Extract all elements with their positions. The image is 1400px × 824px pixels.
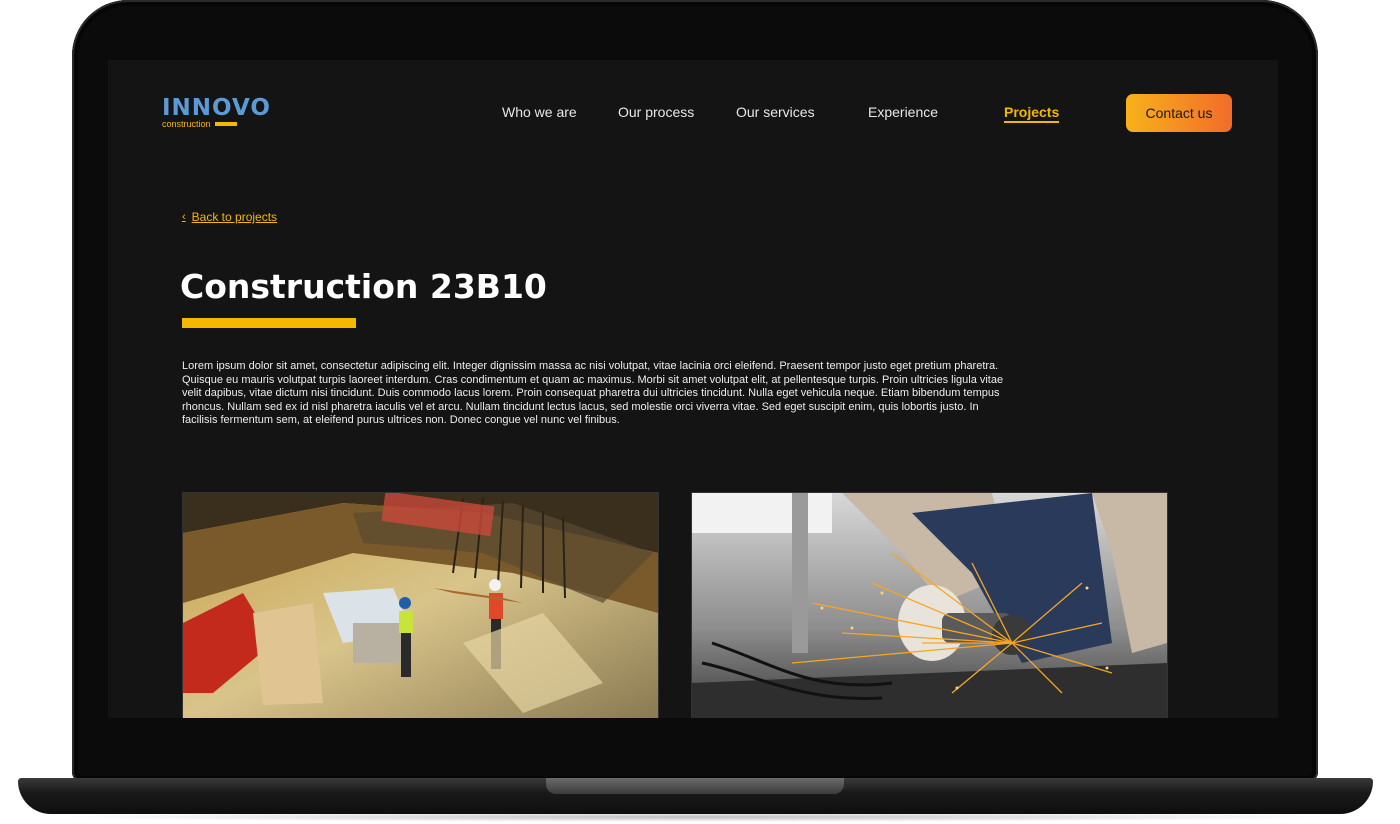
nav-item-who-we-are[interactable]: Who we are [502, 104, 577, 120]
nav-item-our-process[interactable]: Our process [618, 104, 694, 120]
angle-grinder-image [692, 493, 1167, 718]
laptop-mockup: INNOVO construction Who we are Our proce… [0, 0, 1400, 824]
project-description: Lorem ipsum dolor sit amet, consectetur … [182, 360, 1004, 426]
screen: INNOVO construction Who we are Our proce… [108, 60, 1278, 718]
title-underline [182, 318, 356, 328]
back-to-projects-link[interactable]: ‹ Back to projects [182, 210, 277, 224]
brand-name: INNOVO [162, 95, 271, 121]
laptop-shadow [40, 812, 1350, 822]
page-title: Construction 23B10 [180, 267, 547, 306]
laptop-base-notch [546, 778, 844, 794]
nav-item-projects[interactable]: Projects [1004, 104, 1060, 123]
nav-item-our-services[interactable]: Our services [736, 104, 815, 120]
brand-tagline-bar [214, 122, 237, 126]
brand-logo[interactable]: INNOVO construction [162, 96, 271, 129]
back-link-label: Back to projects [191, 210, 278, 224]
brand-tagline: construction [162, 119, 211, 129]
angle-grinder-photo[interactable] [691, 492, 1168, 718]
chevron-left-icon: ‹ [182, 211, 186, 223]
nav-item-experience[interactable]: Experience [868, 104, 938, 120]
contact-us-button[interactable]: Contact us [1126, 94, 1232, 132]
laptop-lid: INNOVO construction Who we are Our proce… [72, 0, 1318, 782]
construction-site-image [183, 493, 658, 718]
construction-site-photo[interactable] [182, 492, 659, 718]
laptop-base [18, 778, 1373, 814]
